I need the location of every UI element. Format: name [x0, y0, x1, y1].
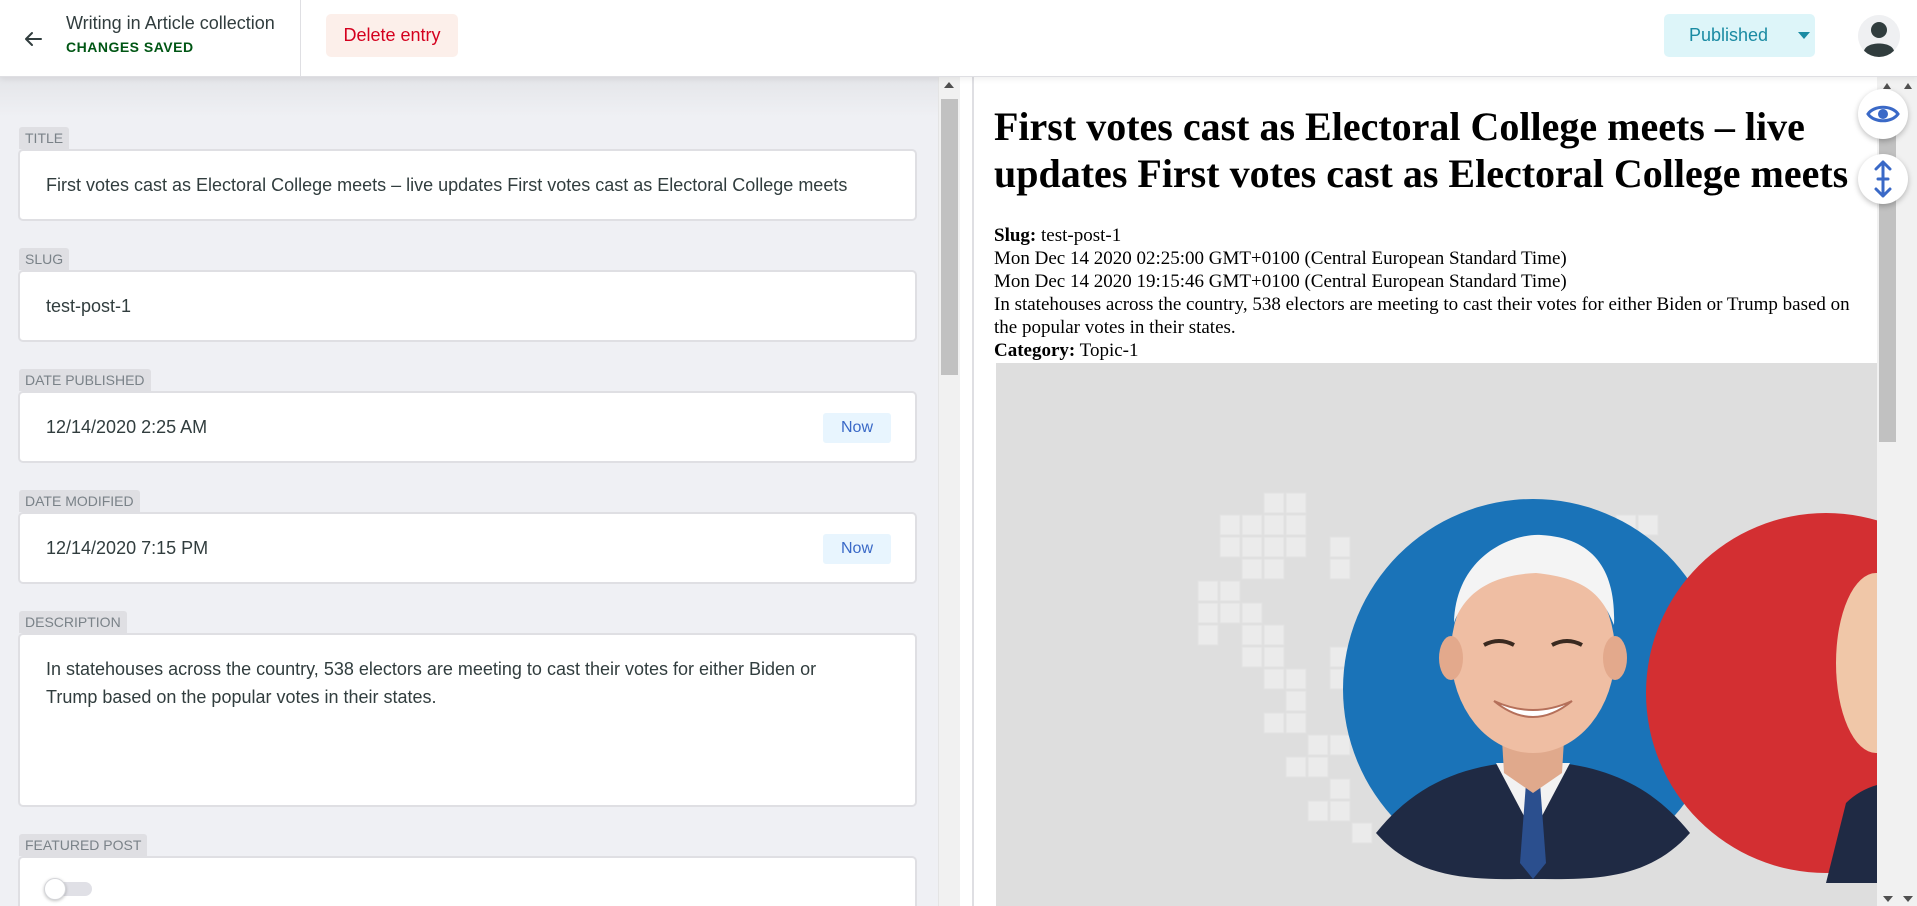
preview-scrollbar-thumb[interactable] [1879, 99, 1896, 442]
preview-featured-image [996, 363, 1877, 906]
sync-scroll-button[interactable] [1858, 154, 1908, 204]
collection-title: Writing in Article collection [66, 13, 275, 33]
delete-entry-button[interactable]: Delete entry [326, 14, 458, 57]
preview-meta: Slug: test-post-1 Mon Dec 14 2020 02:25:… [994, 224, 1874, 362]
editor-pane: TITLE First votes cast as Electoral Coll… [0, 77, 938, 906]
editor-scrollbar[interactable] [938, 77, 960, 906]
slug-label: SLUG [19, 248, 70, 270]
publish-status-label: Published [1689, 25, 1769, 45]
publish-status-dropdown[interactable]: Published [1664, 14, 1815, 57]
featured-post-field: FEATURED POST [18, 834, 917, 906]
pane-resize-divider[interactable] [960, 77, 974, 906]
scroll-up-arrow-icon [1904, 83, 1912, 89]
title-field: TITLE First votes cast as Electoral Coll… [18, 127, 917, 221]
header-divider [300, 0, 301, 77]
slug-input[interactable]: test-post-1 [18, 270, 917, 342]
featured-image [996, 363, 1877, 906]
title-label: TITLE [19, 127, 70, 149]
slug-input-value: test-post-1 [46, 296, 132, 316]
scroll-down-arrow-icon [1903, 896, 1913, 902]
collection-title-block: Writing in Article collection CHANGES SA… [66, 12, 275, 60]
date-modified-label: DATE MODIFIED [19, 490, 140, 512]
featured-post-label: FEATURED POST [19, 834, 148, 856]
user-avatar[interactable] [1858, 15, 1900, 57]
editor-scrollbar-thumb[interactable] [941, 99, 958, 375]
preview-title: First votes cast as Electoral College me… [994, 104, 1849, 196]
date-published-label: DATE PUBLISHED [19, 369, 151, 391]
preview-slug: test-post-1 [1041, 225, 1122, 246]
back-button[interactable] [14, 20, 52, 58]
eye-icon [1866, 105, 1900, 123]
save-status: CHANGES SAVED [66, 39, 194, 55]
arrow-left-icon [25, 32, 42, 46]
date-published-value: 12/14/2020 2:25 AM [46, 417, 208, 437]
title-input[interactable]: First votes cast as Electoral College me… [18, 149, 917, 221]
date-modified-input[interactable]: 12/14/2020 7:15 PM Now [18, 512, 917, 584]
date-published-now-button[interactable]: Now [823, 413, 891, 443]
scroll-down-arrow-icon [1883, 896, 1893, 902]
preview-content: First votes cast as Electoral College me… [994, 103, 1874, 362]
page-scrollbar[interactable] [1899, 77, 1917, 906]
featured-post-toggle[interactable] [44, 878, 92, 900]
date-modified-value: 12/14/2020 7:15 PM [46, 538, 209, 558]
preview-category: Topic-1 [1079, 340, 1139, 361]
preview-description: In statehouses across the country, 538 e… [994, 294, 1850, 338]
description-text: In statehouses across the country, 538 e… [46, 659, 817, 707]
user-avatar-icon [1858, 15, 1900, 57]
preview-toggle-button[interactable] [1858, 89, 1908, 139]
date-published-input[interactable]: 12/14/2020 2:25 AM Now [18, 391, 917, 463]
description-textarea[interactable]: In statehouses across the country, 538 e… [18, 633, 917, 807]
sync-scroll-icon [1874, 160, 1892, 198]
preview-date-modified: Mon Dec 14 2020 19:15:46 GMT+0100 (Centr… [994, 271, 1567, 292]
description-label: DESCRIPTION [19, 611, 127, 633]
date-modified-field: DATE MODIFIED 12/14/2020 7:15 PM Now [18, 490, 917, 584]
date-modified-now-button[interactable]: Now [823, 534, 891, 564]
featured-post-box [18, 856, 917, 906]
preview-date-published: Mon Dec 14 2020 02:25:00 GMT+0100 (Centr… [994, 248, 1567, 269]
scroll-up-arrow-icon [944, 82, 954, 88]
preview-category-line: Category: Topic-1 [994, 340, 1139, 361]
title-input-value: First votes cast as Electoral College me… [46, 175, 848, 195]
description-field: DESCRIPTION In statehouses across the co… [18, 611, 917, 807]
app-header: Writing in Article collection CHANGES SA… [0, 0, 1917, 77]
caret-down-icon [1798, 32, 1810, 39]
slug-field: SLUG test-post-1 [18, 248, 917, 342]
preview-slug-line: Slug: test-post-1 [994, 225, 1122, 246]
date-published-field: DATE PUBLISHED 12/14/2020 2:25 AM Now [18, 369, 917, 463]
